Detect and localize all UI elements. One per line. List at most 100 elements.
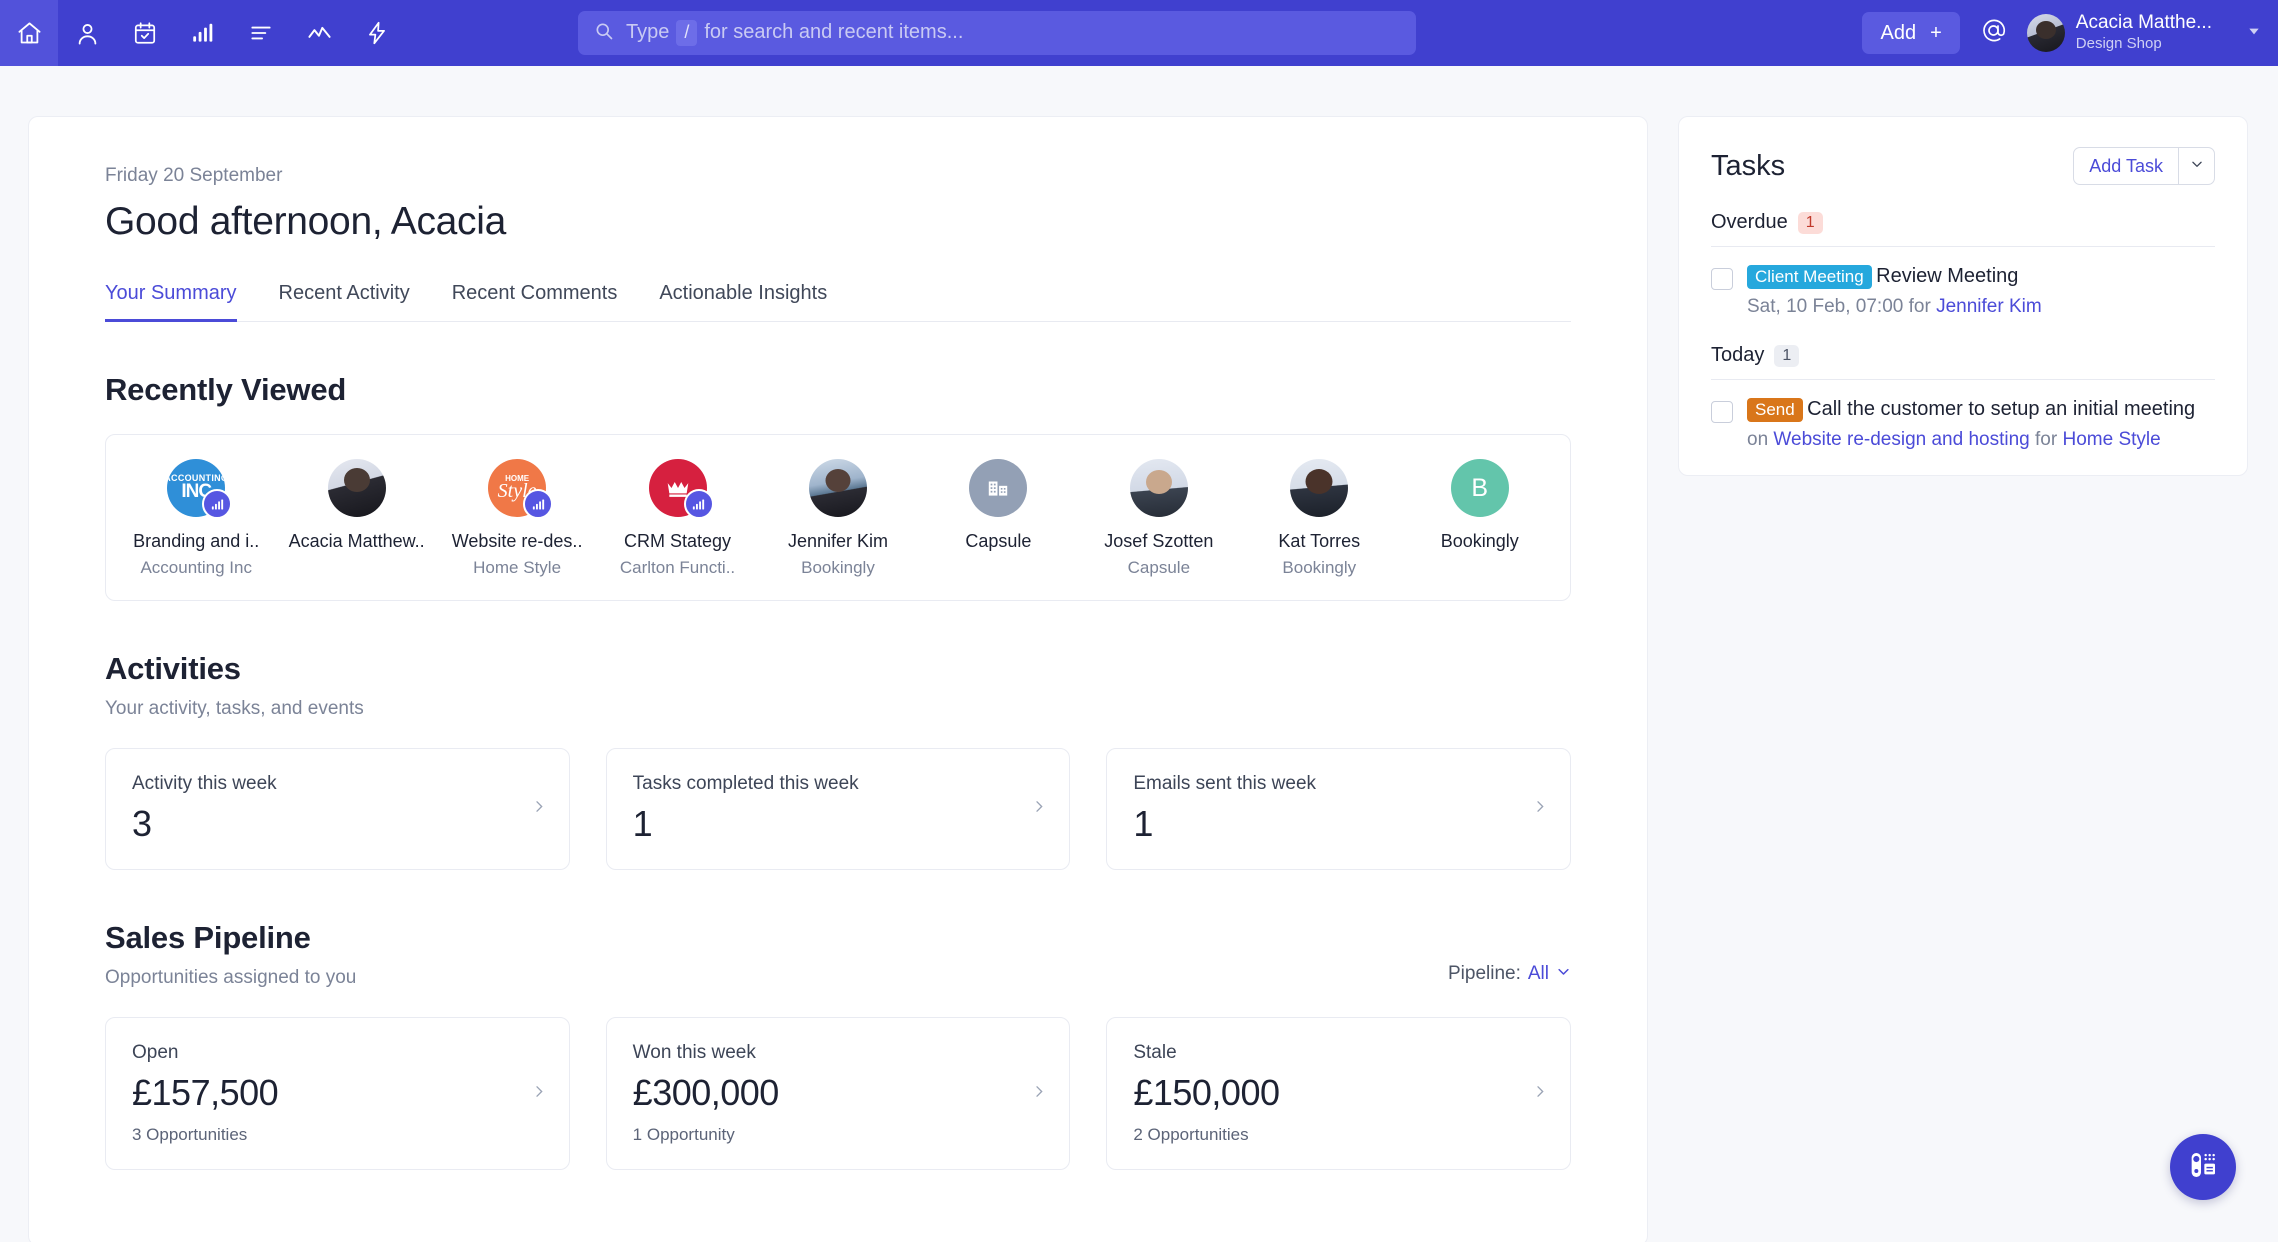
add-button[interactable]: Add + xyxy=(1862,12,1959,54)
task-person-link[interactable]: Jennifer Kim xyxy=(1936,296,2042,317)
task-group-overdue: Overdue 1 Client Meeting Review Meeting … xyxy=(1711,211,2215,318)
chevron-right-icon xyxy=(531,1083,547,1104)
list-item[interactable]: Acacia Matthew.. xyxy=(276,459,436,578)
card-value: £150,000 xyxy=(1133,1072,1544,1114)
task-meta-on: on xyxy=(1747,429,1768,450)
search-placeholder: Type / for search and recent items... xyxy=(626,20,963,45)
nav-item-workflow[interactable] xyxy=(348,0,406,66)
avatar-wrap: ACCOUNTINGINC xyxy=(167,459,225,517)
task-group-header: Today 1 xyxy=(1711,344,2215,380)
list-item-name: Website re-des.. xyxy=(452,531,583,552)
pipeline-header: Sales Pipeline Opportunities assigned to… xyxy=(105,870,1571,989)
chevron-right-icon xyxy=(1031,799,1047,820)
plus-icon: + xyxy=(1930,22,1942,45)
list-item[interactable]: ACCOUNTINGINC Branding and i.. Accountin… xyxy=(116,459,276,578)
task-meta: Sat, 10 Feb, 07:00 for Jennifer Kim xyxy=(1747,296,2042,318)
list-item[interactable]: HOMEStyle Website re-des.. Home Style xyxy=(437,459,597,578)
pipeline-filter-label: Pipeline: xyxy=(1448,963,1521,985)
activity-this-week-card[interactable]: Activity this week 3 xyxy=(105,748,570,870)
company-building-icon xyxy=(969,459,1027,517)
card-label: Tasks completed this week xyxy=(633,773,1044,795)
add-button-label: Add xyxy=(1880,22,1916,45)
search-icon xyxy=(594,21,614,46)
task-checkbox[interactable] xyxy=(1711,401,1733,423)
tab-actionable-insights[interactable]: Actionable Insights xyxy=(659,282,827,321)
person-photo-avatar xyxy=(1130,459,1188,517)
nav-item-projects[interactable] xyxy=(232,0,290,66)
task-project-link[interactable]: Website re-design and hosting xyxy=(1773,429,2029,450)
card-value: 1 xyxy=(1133,803,1544,845)
nav-item-contacts[interactable] xyxy=(58,0,116,66)
avatar-wrap xyxy=(1130,459,1188,517)
task-checkbox[interactable] xyxy=(1711,268,1733,290)
task-title: Review Meeting xyxy=(1876,265,2018,287)
card-value: 1 xyxy=(633,803,1044,845)
pipeline-filter-dropdown[interactable]: Pipeline: All xyxy=(1448,963,1571,989)
home-icon xyxy=(16,20,43,47)
card-value: £157,500 xyxy=(132,1072,543,1114)
recently-viewed-title: Recently Viewed xyxy=(105,372,1571,408)
chevron-down-icon xyxy=(1556,963,1571,985)
search-placeholder-post: for search and recent items... xyxy=(704,21,963,44)
list-item[interactable]: Kat Torres Bookingly xyxy=(1239,459,1399,578)
nav-item-calendar[interactable] xyxy=(116,0,174,66)
tab-your-summary[interactable]: Your Summary xyxy=(105,282,237,321)
list-icon xyxy=(248,20,274,46)
list-item[interactable]: B Bookingly xyxy=(1400,459,1560,578)
card-label: Won this week xyxy=(633,1042,1044,1064)
lightning-bolt-icon xyxy=(364,20,390,46)
list-item[interactable]: Capsule xyxy=(918,459,1078,578)
bar-chart-icon xyxy=(190,20,216,46)
summary-tabs: Your Summary Recent Activity Recent Comm… xyxy=(105,282,1571,322)
nav-item-home[interactable] xyxy=(0,0,58,66)
list-item-org: Carlton Functi.. xyxy=(620,558,735,578)
task-group-count: 1 xyxy=(1798,212,1823,234)
avatar xyxy=(2027,14,2065,52)
pipeline-won-card[interactable]: Won this week £300,000 1 Opportunity xyxy=(606,1017,1071,1170)
global-search-input[interactable]: Type / for search and recent items... xyxy=(578,11,1416,55)
opportunity-badge-icon xyxy=(202,489,232,519)
top-navigation-bar: Type / for search and recent items... Ad… xyxy=(0,0,2278,66)
person-photo-avatar xyxy=(809,459,867,517)
emails-sent-card[interactable]: Emails sent this week 1 xyxy=(1106,748,1571,870)
card-label: Open xyxy=(132,1042,543,1064)
mentions-icon[interactable] xyxy=(1980,17,2007,49)
avatar-wrap: B xyxy=(1451,459,1509,517)
nav-item-reports[interactable] xyxy=(290,0,348,66)
chevron-right-icon xyxy=(1532,799,1548,820)
card-subtext: 1 Opportunity xyxy=(633,1125,1044,1145)
summary-panel: Friday 20 September Good afternoon, Acac… xyxy=(28,116,1648,1242)
avatar-wrap xyxy=(969,459,1027,517)
task-item[interactable]: Send Call the customer to setup an initi… xyxy=(1711,398,2215,451)
pipeline-cards: Open £157,500 3 Opportunities Won this w… xyxy=(105,1017,1571,1170)
pipeline-stale-card[interactable]: Stale £150,000 2 Opportunities xyxy=(1106,1017,1571,1170)
activities-cards: Activity this week 3 Tasks completed thi… xyxy=(105,748,1571,870)
task-meta-for: for xyxy=(2035,429,2057,450)
task-org-link[interactable]: Home Style xyxy=(2062,429,2160,450)
pipeline-open-card[interactable]: Open £157,500 3 Opportunities xyxy=(105,1017,570,1170)
list-item-org: Accounting Inc xyxy=(140,558,252,578)
nav-item-opportunities[interactable] xyxy=(174,0,232,66)
list-item-name: Jennifer Kim xyxy=(788,531,888,552)
list-item[interactable]: CRM Stategy Carlton Functi.. xyxy=(597,459,757,578)
tasks-title: Tasks xyxy=(1711,150,1785,183)
user-menu[interactable]: Acacia Matthe... Design Shop xyxy=(2027,12,2212,53)
list-item[interactable]: Jennifer Kim Bookingly xyxy=(758,459,918,578)
recently-viewed-list: ACCOUNTINGINC Branding and i.. Accountin… xyxy=(105,434,1571,601)
nav-icon-group xyxy=(0,0,406,66)
chevron-down-icon[interactable] xyxy=(2246,23,2262,44)
task-item[interactable]: Client Meeting Review Meeting Sat, 10 Fe… xyxy=(1711,265,2215,318)
task-group-name: Today xyxy=(1711,344,1764,367)
card-subtext: 3 Opportunities xyxy=(132,1125,543,1145)
add-task-button[interactable]: Add Task xyxy=(2074,148,2178,184)
letter-avatar: B xyxy=(1451,459,1509,517)
tab-recent-activity[interactable]: Recent Activity xyxy=(279,282,410,321)
task-group-header: Overdue 1 xyxy=(1711,211,2215,247)
list-item[interactable]: Josef Szotten Capsule xyxy=(1079,459,1239,578)
tab-recent-comments[interactable]: Recent Comments xyxy=(452,282,618,321)
opportunity-badge-icon xyxy=(684,489,714,519)
list-item-name: Capsule xyxy=(965,531,1031,552)
add-task-dropdown-toggle[interactable] xyxy=(2178,148,2214,184)
tasks-completed-card[interactable]: Tasks completed this week 1 xyxy=(606,748,1071,870)
help-widget-button[interactable] xyxy=(2170,1134,2236,1200)
